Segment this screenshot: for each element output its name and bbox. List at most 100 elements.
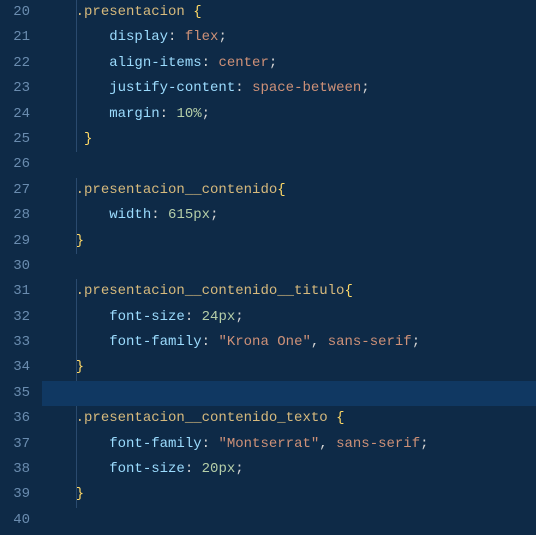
token-number: 20px [202,461,236,477]
token-value: center [218,55,268,71]
indent-guide [76,203,77,228]
token-colon: : [151,207,159,223]
token-punc: } [84,131,92,147]
indent-guide [76,279,77,304]
code-line[interactable] [42,508,536,533]
indent-guide [76,482,77,507]
token-punc: { [344,283,352,299]
code-line[interactable]: } [42,482,536,507]
token-sep: ; [218,29,226,45]
indent-guide [76,76,77,101]
indent-guide [76,127,77,152]
line-number: 31 [0,279,30,304]
indent-whitespace [42,486,76,502]
token-punc: { [336,410,344,426]
token-punc: } [76,359,84,375]
code-line[interactable]: font-family: "Montserrat", sans-serif; [42,432,536,457]
indent-guide [76,457,77,482]
indent-whitespace [42,4,76,20]
line-number: 23 [0,76,30,101]
token-selector: .presentacion [76,4,185,20]
token-sep [328,436,336,452]
code-line[interactable]: font-size: 24px; [42,305,536,330]
indent-whitespace [42,131,84,147]
indent-whitespace [42,410,76,426]
code-line[interactable]: justify-content: space-between; [42,76,536,101]
code-line[interactable]: margin: 10%; [42,102,536,127]
code-line[interactable]: } [42,355,536,380]
line-number: 36 [0,406,30,431]
indent-guide [76,355,77,380]
token-sep [176,29,184,45]
indent-guide [76,330,77,355]
indent-guide [76,178,77,203]
code-line[interactable]: .presentacion { [42,0,536,25]
code-area[interactable]: .presentacion { display: flex; align-ite… [42,0,536,535]
token-value: "Krona One" [218,334,310,350]
token-sep [185,4,193,20]
code-line[interactable]: .presentacion__contenido_texto { [42,406,536,431]
code-line[interactable] [42,254,536,279]
indent-guide [76,229,77,254]
indent-guide [76,102,77,127]
line-number: 33 [0,330,30,355]
token-colon: : [185,309,193,325]
code-line[interactable]: align-items: center; [42,51,536,76]
line-number: 29 [0,229,30,254]
line-number: 34 [0,355,30,380]
token-selector: .presentacion__contenido_texto [76,410,328,426]
line-number: 32 [0,305,30,330]
line-number: 27 [0,178,30,203]
code-line[interactable]: width: 615px; [42,203,536,228]
code-line[interactable]: } [42,127,536,152]
indent-guide [76,406,77,431]
line-number: 28 [0,203,30,228]
token-prop: margin [109,106,159,122]
token-prop: justify-content [109,80,235,96]
code-line[interactable] [42,152,536,177]
line-number: 20 [0,0,30,25]
token-sep: ; [412,334,420,350]
line-number-gutter: 2021222324252627282930313233343536373839… [0,0,42,535]
line-number: 22 [0,51,30,76]
indent-guide [76,0,77,25]
code-line[interactable]: font-family: "Krona One", sans-serif; [42,330,536,355]
token-sep: , [319,436,327,452]
token-punc: { [277,182,285,198]
token-number: 10% [176,106,201,122]
token-punc: } [76,233,84,249]
code-line[interactable]: font-size: 20px; [42,457,536,482]
line-number: 25 [0,127,30,152]
token-sep: ; [235,309,243,325]
token-sep [319,334,327,350]
code-line[interactable]: display: flex; [42,25,536,50]
token-sep [244,80,252,96]
code-line[interactable] [42,381,536,406]
token-colon: : [185,461,193,477]
line-number: 35 [0,381,30,406]
code-line[interactable]: } [42,229,536,254]
token-prop: font-size [109,461,185,477]
token-colon: : [202,436,210,452]
token-colon: : [160,106,168,122]
token-sep [193,309,201,325]
line-number: 39 [0,482,30,507]
token-prop: font-family [109,334,201,350]
code-line[interactable]: .presentacion__contenido{ [42,178,536,203]
line-number: 37 [0,432,30,457]
indent-whitespace [42,182,76,198]
line-number: 24 [0,102,30,127]
indent-guide [76,305,77,330]
code-line[interactable]: .presentacion__contenido__titulo{ [42,279,536,304]
token-prop: font-size [109,309,185,325]
token-prop: font-family [109,436,201,452]
token-value: "Montserrat" [218,436,319,452]
code-editor[interactable]: 2021222324252627282930313233343536373839… [0,0,536,535]
token-sep [328,410,336,426]
token-punc: } [76,486,84,502]
line-number: 38 [0,457,30,482]
indent-whitespace [42,233,76,249]
token-prop: width [109,207,151,223]
token-sep: ; [269,55,277,71]
indent-whitespace [42,359,76,375]
